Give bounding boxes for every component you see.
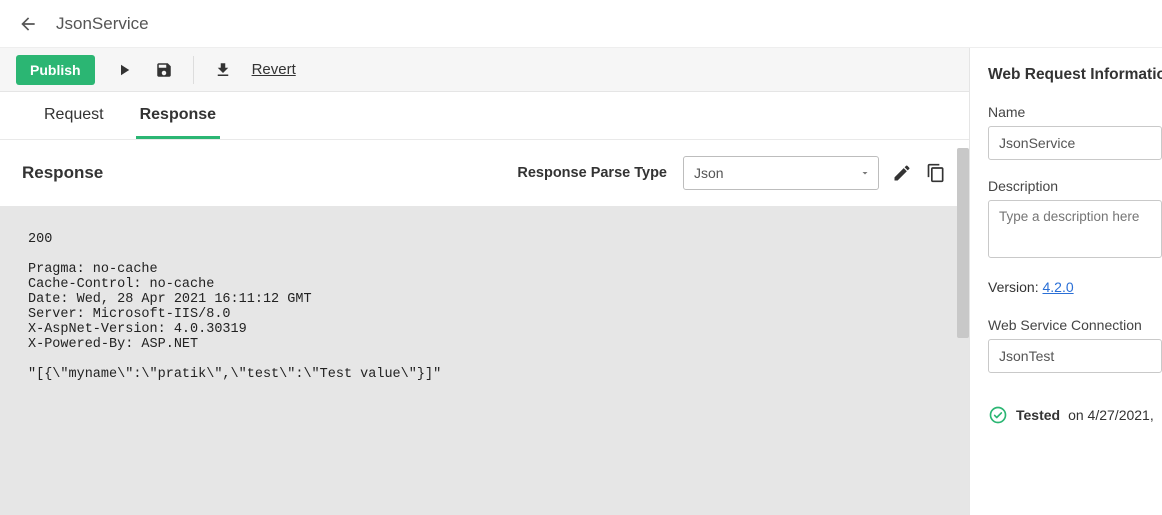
name-label: Name [988, 104, 1162, 120]
page-title: JsonService [56, 14, 149, 34]
tested-on: on 4/27/2021, [1068, 407, 1154, 423]
save-button[interactable] [153, 59, 175, 81]
download-icon [214, 61, 232, 79]
run-button[interactable] [113, 59, 135, 81]
check-circle-icon [988, 405, 1008, 425]
sidebar-title: Web Request Information [988, 66, 1162, 84]
version-label: Version: [988, 279, 1039, 295]
tab-request[interactable]: Request [40, 92, 108, 139]
parse-type-label: Response Parse Type [517, 165, 667, 181]
main-panel: Publish Revert Request Response Response… [0, 48, 970, 515]
description-label: Description [988, 178, 1162, 194]
tested-label: Tested [1016, 407, 1060, 423]
copy-icon [926, 163, 946, 183]
scrollbar-thumb[interactable] [957, 148, 969, 338]
name-input[interactable] [988, 126, 1162, 160]
parse-type-value: Json [694, 165, 724, 181]
connection-input[interactable] [988, 339, 1162, 373]
panel-header: Response Response Parse Type Json [0, 140, 969, 206]
copy-button[interactable] [925, 162, 947, 184]
toolbar: Publish Revert [0, 48, 969, 92]
toolbar-separator [193, 56, 194, 84]
parse-type-select[interactable]: Json [683, 156, 879, 190]
connection-label: Web Service Connection [988, 317, 1162, 333]
publish-button[interactable]: Publish [16, 55, 95, 85]
edit-button[interactable] [891, 162, 913, 184]
revert-link[interactable]: Revert [252, 61, 296, 78]
version-link[interactable]: 4.2.0 [1042, 279, 1073, 295]
sidebar: Web Request Information Name Description… [970, 48, 1162, 515]
version-row: Version: 4.2.0 [988, 279, 1162, 295]
description-input[interactable] [988, 200, 1162, 258]
panel-title: Response [22, 163, 505, 183]
arrow-left-icon [18, 14, 38, 34]
top-bar: JsonService [0, 0, 1162, 48]
back-button[interactable] [16, 12, 40, 36]
tabs: Request Response [0, 92, 969, 140]
download-button[interactable] [212, 59, 234, 81]
tab-response[interactable]: Response [136, 92, 220, 139]
tested-row: Tested on 4/27/2021, [988, 405, 1162, 425]
save-icon [155, 61, 173, 79]
play-icon [115, 61, 133, 79]
response-body[interactable]: 200 Pragma: no-cache Cache-Control: no-c… [0, 206, 969, 515]
pencil-icon [892, 163, 912, 183]
